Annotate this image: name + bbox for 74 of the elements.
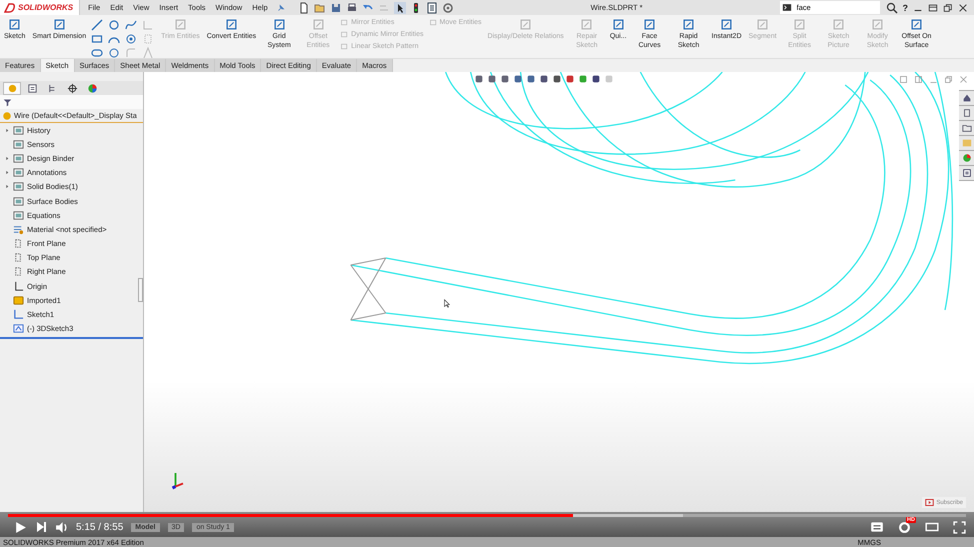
settings-icon[interactable] xyxy=(442,2,454,14)
folder-icon xyxy=(13,167,24,178)
rollback-bar[interactable] xyxy=(0,336,143,339)
task-pane-button[interactable] xyxy=(959,121,974,135)
sketch-tool-icon[interactable] xyxy=(91,33,104,45)
panel-toggle-icon[interactable] xyxy=(914,75,923,84)
origin-icon xyxy=(13,280,24,292)
task-pane-icon xyxy=(962,168,972,178)
part-icon xyxy=(13,294,24,306)
play-box-icon xyxy=(925,498,934,507)
sketch-tool-icon[interactable] xyxy=(91,47,104,59)
panel-tab-icon xyxy=(86,82,98,94)
tile-windows-icon[interactable] xyxy=(928,2,938,12)
task-pane-button[interactable] xyxy=(959,106,974,120)
tool-icon[interactable] xyxy=(52,18,66,31)
task-pane-button[interactable] xyxy=(959,91,974,105)
filter-icon[interactable] xyxy=(3,98,12,106)
sketch-tool-icon[interactable] xyxy=(91,19,104,31)
plane-icon xyxy=(13,266,24,278)
sketch-tool-icon[interactable] xyxy=(108,19,120,31)
expand-arrow-icon[interactable] xyxy=(4,156,10,161)
expand-arrow-icon[interactable] xyxy=(4,128,10,133)
print-icon[interactable] xyxy=(346,2,358,14)
mouse-pointer-icon xyxy=(443,298,452,309)
panel-toggle-icon[interactable] xyxy=(899,75,908,84)
close-icon[interactable] xyxy=(958,2,968,12)
tool-icon[interactable] xyxy=(224,18,238,31)
part-icon xyxy=(2,110,12,120)
skip-next-icon[interactable] xyxy=(35,521,47,533)
sketch-tool-icon[interactable] xyxy=(125,33,138,45)
folder-icon xyxy=(13,152,24,164)
restore-icon[interactable] xyxy=(943,2,953,12)
file-properties-icon[interactable] xyxy=(426,2,438,14)
select-icon[interactable] xyxy=(394,2,406,14)
video-time: 5:15 / 8:55 xyxy=(76,522,124,532)
volume-icon[interactable] xyxy=(55,520,68,534)
task-pane-button[interactable] xyxy=(959,166,974,180)
panel-tab-icon xyxy=(46,82,58,94)
ds-logo-icon xyxy=(4,2,16,14)
expand-arrow-icon[interactable] xyxy=(4,170,10,176)
tool-icon[interactable] xyxy=(8,18,22,31)
tool-icon[interactable] xyxy=(682,18,696,31)
folder-icon xyxy=(13,138,24,150)
panel-tab-icon xyxy=(66,82,78,94)
tool-icon[interactable] xyxy=(720,18,734,31)
play-icon[interactable] xyxy=(14,520,27,534)
fullscreen-icon[interactable] xyxy=(953,520,966,534)
tool-icon[interactable] xyxy=(643,18,656,31)
folder-icon xyxy=(13,181,24,192)
plane-icon xyxy=(13,238,24,250)
folder-icon xyxy=(13,196,24,207)
sketch-icon xyxy=(13,323,24,334)
app-logo: SOLIDWORKS xyxy=(0,0,80,15)
plane-icon xyxy=(13,252,24,264)
search-icon[interactable] xyxy=(886,2,898,14)
panel-tab-icon xyxy=(6,82,18,94)
sketch-tool-icon[interactable] xyxy=(108,47,120,59)
pin-icon[interactable] xyxy=(276,2,286,12)
captions-icon[interactable] xyxy=(870,520,884,534)
folder-icon xyxy=(13,124,24,136)
panel-tab-icon xyxy=(26,82,38,94)
save-icon[interactable] xyxy=(330,2,342,14)
folder-icon xyxy=(13,210,24,221)
expand-arrow-icon[interactable] xyxy=(4,184,10,190)
panel-resize-handle[interactable] xyxy=(138,278,143,302)
sketch-tool-icon[interactable] xyxy=(125,19,138,31)
material-icon xyxy=(13,224,24,235)
tool-icon[interactable] xyxy=(910,18,924,31)
tool-icon[interactable] xyxy=(272,18,286,31)
task-pane-icon xyxy=(962,153,972,163)
tool-icon[interactable] xyxy=(612,18,625,31)
help-button[interactable]: ? xyxy=(902,2,908,12)
theater-mode-icon[interactable] xyxy=(925,520,939,534)
sketch-icon xyxy=(13,309,24,320)
